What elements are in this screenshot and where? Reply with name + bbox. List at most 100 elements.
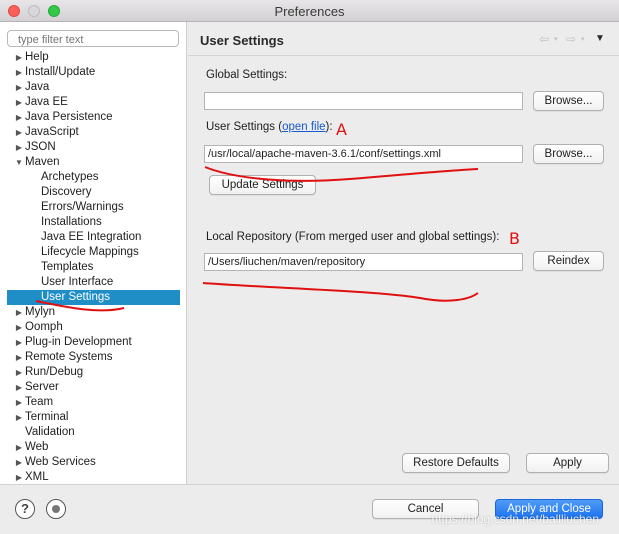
dialog-button-bar: ? Cancel Apply and Close https://blog.cs…: [0, 484, 619, 534]
collapsed-chevron-icon[interactable]: ▶: [15, 305, 23, 320]
collapsed-chevron-icon[interactable]: ▶: [15, 455, 23, 470]
collapsed-chevron-icon[interactable]: ▶: [15, 65, 23, 80]
annotation-a: A: [336, 120, 347, 139]
tree-item-label: Web Services: [25, 456, 96, 468]
user-browse-button[interactable]: Browse...: [533, 144, 604, 164]
tree-item[interactable]: ▶ JavaScript: [0, 125, 187, 140]
tree-item[interactable]: Java EE Integration: [0, 230, 187, 245]
user-settings-label: User Settings (open file):: [206, 121, 333, 133]
help-icon[interactable]: ?: [15, 499, 35, 519]
collapsed-chevron-icon[interactable]: ▶: [15, 320, 23, 335]
page-navigation: ⇦ ▾ ⇨ ▾ ▼: [539, 32, 609, 46]
tree-item[interactable]: Validation: [0, 425, 187, 440]
tree-item[interactable]: ▶ Plug-in Development: [0, 335, 187, 350]
tree-item-label: Java Persistence: [25, 111, 113, 123]
collapsed-chevron-icon[interactable]: ▶: [15, 380, 23, 395]
user-settings-label-prefix: User Settings (: [206, 121, 283, 133]
global-settings-field[interactable]: [204, 92, 523, 110]
tree-item-label: Discovery: [41, 186, 92, 198]
tree-item[interactable]: ▶ Web Services: [0, 455, 187, 470]
tree-item-label: User Interface: [41, 276, 114, 288]
collapsed-chevron-icon[interactable]: ▶: [15, 50, 23, 65]
tree-item[interactable]: Errors/Warnings: [0, 200, 187, 215]
collapsed-chevron-icon[interactable]: ▶: [15, 125, 23, 140]
tree-item-label: Java: [25, 81, 50, 93]
tree-item-label: Java EE Integration: [41, 231, 142, 243]
tree-item[interactable]: ▶ XML: [0, 470, 187, 484]
tree-item[interactable]: Archetypes: [0, 170, 187, 185]
forward-menu-chevron-icon[interactable]: ▾: [581, 35, 585, 43]
tree-item[interactable]: ▶ Mylyn: [0, 305, 187, 320]
tree-item-label: Validation: [25, 426, 75, 438]
tree-item-label: Plug-in Development: [25, 336, 132, 348]
collapsed-chevron-icon[interactable]: ▶: [15, 110, 23, 125]
collapsed-chevron-icon[interactable]: ▶: [15, 365, 23, 380]
collapsed-chevron-icon[interactable]: ▶: [15, 335, 23, 350]
apply-button[interactable]: Apply: [526, 453, 609, 473]
tree-item[interactable]: ▶ Run/Debug: [0, 365, 187, 380]
global-browse-button[interactable]: Browse...: [533, 91, 604, 111]
forward-arrow-icon[interactable]: ⇨: [566, 32, 576, 46]
collapsed-chevron-icon[interactable]: ▶: [15, 395, 23, 410]
tree-item-label: Lifecycle Mappings: [41, 246, 139, 258]
collapsed-chevron-icon[interactable]: ▶: [15, 410, 23, 425]
reindex-button[interactable]: Reindex: [533, 251, 604, 271]
tree-item[interactable]: ▶ Java: [0, 80, 187, 95]
open-file-link[interactable]: open file: [282, 121, 325, 133]
update-settings-button[interactable]: Update Settings: [209, 175, 316, 195]
filter-input[interactable]: [7, 30, 179, 47]
tree-item-label: Oomph: [25, 321, 63, 333]
tree-item[interactable]: ▼ Maven: [0, 155, 187, 170]
user-settings-field[interactable]: /usr/local/apache-maven-3.6.1/conf/setti…: [204, 145, 523, 163]
tree-item[interactable]: ▶ JSON: [0, 140, 187, 155]
tree-item-label: Terminal: [25, 411, 69, 423]
preferences-link-dot: [52, 505, 60, 513]
preference-page: User Settings ⇦ ▾ ⇨ ▾ ▼ Global Settings:…: [188, 22, 619, 484]
tree-item[interactable]: ▶ Remote Systems: [0, 350, 187, 365]
tree-item[interactable]: ▶ Java Persistence: [0, 110, 187, 125]
tree-item[interactable]: Installations: [0, 215, 187, 230]
tree-item-label: JavaScript: [25, 126, 79, 138]
watermark-text: https://blog.csdn.net/ballliuchen: [431, 512, 599, 526]
preferences-link-icon[interactable]: [46, 499, 66, 519]
preferences-tree-pane: ▶Help▶Install/Update▶Java▶Java EE▶Java P…: [0, 22, 187, 484]
tree-item[interactable]: Templates: [0, 260, 187, 275]
tree-item-label: Help: [25, 51, 49, 63]
menu-chevron-icon[interactable]: ▼: [595, 33, 605, 44]
back-arrow-icon[interactable]: ⇦: [539, 32, 549, 46]
tree-item-label: JSON: [25, 141, 56, 153]
back-menu-chevron-icon[interactable]: ▾: [554, 35, 558, 43]
tree-item[interactable]: Discovery: [0, 185, 187, 200]
tree-item[interactable]: ▶ Oomph: [0, 320, 187, 335]
tree-item-label: Java EE: [25, 96, 68, 108]
tree-item-label: Maven: [25, 156, 60, 168]
collapsed-chevron-icon[interactable]: ▶: [15, 470, 23, 484]
tree-item-label: Templates: [41, 261, 94, 273]
tree-item-label: Team: [25, 396, 54, 408]
collapsed-chevron-icon[interactable]: ▶: [15, 95, 23, 110]
tree-item[interactable]: ▶ Help: [0, 50, 187, 65]
tree-item-label: Server: [25, 381, 59, 393]
restore-defaults-button[interactable]: Restore Defaults: [402, 453, 510, 473]
local-repository-label: Local Repository (From merged user and g…: [206, 231, 500, 243]
tree-item-label: Errors/Warnings: [41, 201, 124, 213]
local-repository-field[interactable]: /Users/liuchen/maven/repository: [204, 253, 523, 271]
tree-item-label: XML: [25, 471, 49, 483]
tree-item[interactable]: ▶ Team: [0, 395, 187, 410]
tree-item[interactable]: User Interface: [0, 275, 187, 290]
tree-item-label: Remote Systems: [25, 351, 113, 363]
collapsed-chevron-icon[interactable]: ▶: [15, 440, 23, 455]
tree-item[interactable]: ▶ Web: [0, 440, 187, 455]
collapsed-chevron-icon[interactable]: ▶: [15, 350, 23, 365]
tree-item-label: Archetypes: [41, 171, 99, 183]
tree-item[interactable]: ▶ Install/Update: [0, 65, 187, 80]
tree-item[interactable]: ▶ Terminal: [0, 410, 187, 425]
window-title: Preferences: [274, 4, 345, 19]
collapsed-chevron-icon[interactable]: ▶: [15, 80, 23, 95]
collapsed-chevron-icon[interactable]: ▶: [15, 140, 23, 155]
tree-item[interactable]: User Settings: [7, 290, 180, 305]
expanded-chevron-icon[interactable]: ▼: [15, 155, 23, 170]
tree-item[interactable]: Lifecycle Mappings: [0, 245, 187, 260]
tree-item[interactable]: ▶ Server: [0, 380, 187, 395]
tree-item[interactable]: ▶ Java EE: [0, 95, 187, 110]
